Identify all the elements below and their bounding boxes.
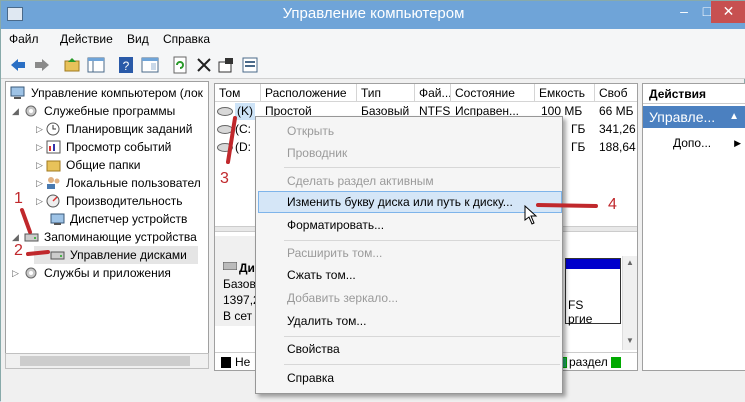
annotation-overlay [20, 116, 598, 256]
annotation-arrow-3 [226, 116, 237, 164]
annotation-label-4: 4 [608, 196, 617, 213]
annotation-label-3: 3 [220, 170, 229, 187]
annotation-arrow-2 [26, 250, 50, 256]
annotation-label-2: 2 [14, 242, 23, 259]
annotation-arrow-1 [20, 208, 32, 234]
annotation-arrow-4 [536, 203, 598, 208]
annotation-label-1: 1 [14, 190, 23, 207]
mouse-cursor-icon [524, 204, 538, 225]
